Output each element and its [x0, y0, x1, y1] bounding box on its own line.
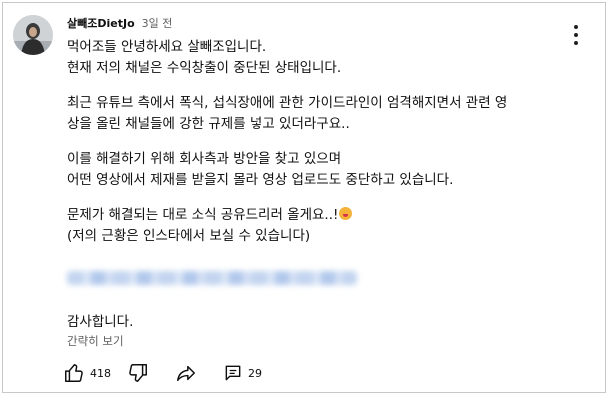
comment-line: 현재 저의 채널은 수익창출이 중단된 상태입니다.: [67, 60, 342, 76]
comment-card: 살빼조DietJo 3일 전 먹어조들 안녕하세요 살빼조입니다. 현재 저의 …: [2, 2, 606, 393]
comment-line: 최근 유튜브 측에서 폭식, 섭식장애에 관한 가이드라인이 엄격해지면서 관련…: [67, 95, 508, 111]
like-button[interactable]: 418: [63, 362, 111, 384]
comment-closing: 감사합니다.: [67, 314, 134, 330]
blurred-link[interactable]: [67, 271, 357, 285]
avatar-image: [13, 15, 53, 55]
share-icon: [177, 365, 195, 382]
comment-line: 상을 올린 채널들에 강한 규제를 넣고 있더라구요..: [67, 116, 350, 132]
like-count: 418: [90, 366, 111, 380]
comment-line: (저의 근황은 인스타에서 보실 수 있습니다): [67, 228, 311, 244]
comment-actions: 418 29: [63, 358, 262, 388]
drooling-emoji-icon: [339, 207, 353, 220]
comment-text: 먹어조들 안녕하세요 살빼조입니다. 현재 저의 채널은 수익창출이 중단된 상…: [67, 37, 597, 247]
author-name[interactable]: 살빼조DietJo: [67, 15, 135, 31]
share-button[interactable]: [175, 362, 197, 384]
thumbs-up-icon: [65, 364, 83, 382]
thumbs-down-icon: [129, 364, 147, 382]
reply-button[interactable]: 29: [223, 363, 262, 383]
show-less-button[interactable]: 간략히 보기: [67, 333, 124, 349]
avatar[interactable]: [13, 15, 53, 55]
comment-line: 먹어조들 안녕하세요 살빼조입니다.: [67, 39, 267, 55]
reply-count: 29: [248, 366, 262, 380]
comment-header: 살빼조DietJo 3일 전: [67, 15, 172, 31]
comment-line: 문제가 해결되는 대로 소식 공유드리러 올게요..!: [67, 205, 597, 226]
comment-line: 어떤 영상에서 제재를 받을지 몰라 영상 업로드도 중단하고 있습니다.: [67, 172, 454, 188]
comment-line: 이를 해결하기 위해 회사측과 방안을 찾고 있으며: [67, 151, 342, 167]
dislike-button[interactable]: [127, 362, 149, 384]
comment-line-text: 문제가 해결되는 대로 소식 공유드리러 올게요..!: [67, 207, 339, 223]
comment-icon: [225, 365, 241, 381]
comment-time[interactable]: 3일 전: [142, 15, 173, 31]
